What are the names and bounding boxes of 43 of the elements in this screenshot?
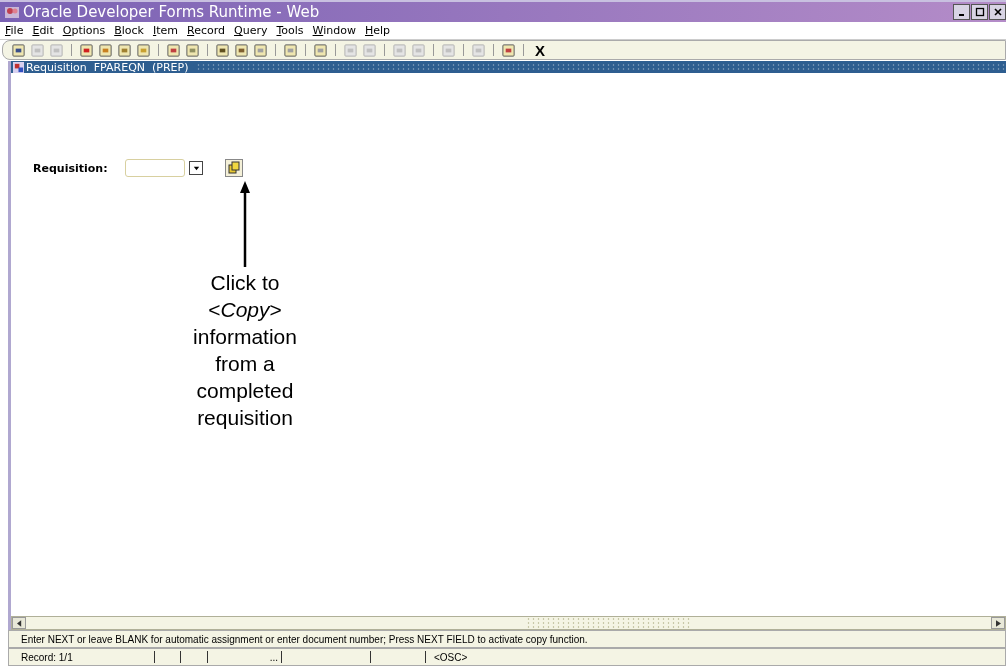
menu-item[interactable]: Record <box>187 24 226 37</box>
right-arrow-icon <box>995 619 1001 627</box>
toolbar-icon[interactable] <box>166 42 181 58</box>
menu-item[interactable]: Help <box>365 24 391 37</box>
toolbar-icon[interactable] <box>501 42 516 58</box>
menu-item[interactable]: Block <box>114 24 144 37</box>
maximize-button[interactable] <box>971 4 988 20</box>
toolbar-icon[interactable] <box>185 42 200 58</box>
dropdown-button[interactable] <box>189 161 203 175</box>
menu-item[interactable]: File <box>5 24 24 37</box>
minimize-button[interactable] <box>953 4 970 20</box>
left-arrow-icon <box>16 619 22 627</box>
toolbar-icon[interactable] <box>11 42 26 58</box>
mode-indicator: <OSC> <box>433 651 468 663</box>
copy-icon <box>227 161 241 175</box>
callout-text: Click to <Copy> information from a completed requisition <box>192 270 298 431</box>
copy-button[interactable] <box>225 159 243 177</box>
toolbar-icon[interactable] <box>215 42 230 58</box>
form-icon <box>13 61 24 73</box>
requisition-field[interactable] <box>125 159 185 177</box>
toolbar-icon[interactable] <box>234 42 249 58</box>
record-count: Record: 1/1 <box>21 651 155 663</box>
menu-item[interactable]: Window <box>312 24 356 37</box>
minimize-icon <box>959 14 964 16</box>
form-title: Requisition FPAREQN (PREP) <box>26 60 189 74</box>
exit-button[interactable]: X <box>531 41 549 59</box>
toolbar-icon[interactable] <box>79 42 94 58</box>
menu-item[interactable]: Tools <box>276 24 304 37</box>
toolbar-icon[interactable] <box>117 42 132 58</box>
status-ellipsis: ... <box>269 651 278 663</box>
status-message: Enter NEXT or leave BLANK for automatic assignment or enter document number; Press NEXT FIELD to activate copy function. <box>21 633 588 645</box>
maximize-icon <box>974 7 985 17</box>
close-button[interactable] <box>989 4 1006 20</box>
field-label: Requisition: <box>33 161 109 175</box>
scroll-right-button[interactable] <box>991 617 1005 629</box>
menu-item[interactable]: Item <box>152 24 178 37</box>
menu-item[interactable]: Options <box>62 24 106 37</box>
horizontal-scrollbar[interactable] <box>11 616 1006 630</box>
menu-item[interactable]: Edit <box>32 24 54 37</box>
window-title: Oracle Developer Forms Runtime - Web <box>23 3 320 21</box>
menu-item[interactable]: Query <box>234 24 268 37</box>
close-icon <box>992 7 1003 17</box>
scroll-left-button[interactable] <box>12 617 26 629</box>
